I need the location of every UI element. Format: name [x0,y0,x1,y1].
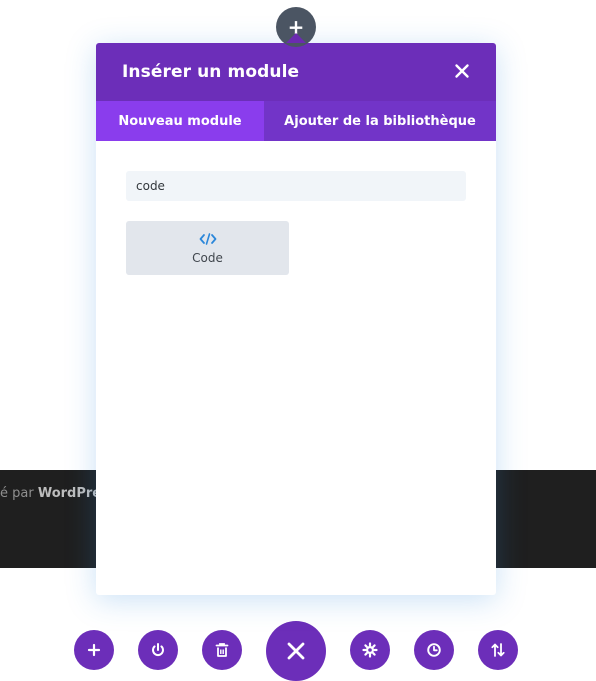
close-modal-button[interactable] [450,59,474,83]
page-settings-button[interactable] [350,630,390,670]
add-button[interactable] [74,630,114,670]
modal-body: Code [96,141,496,305]
history-icon [427,643,441,657]
close-icon [455,64,469,78]
module-label: Code [192,251,223,265]
footer-credit: é par WordPress [0,486,96,501]
module-search-input[interactable] [126,171,466,201]
footer-credit-brand[interactable]: WordPress [38,486,96,501]
trash-icon [215,643,229,657]
plus-icon [87,643,101,657]
history-button[interactable] [414,630,454,670]
tab-new-module[interactable]: Nouveau module [96,101,264,141]
modal-title: Insérer un module [122,62,300,82]
close-settings-button[interactable] [266,621,326,681]
clear-layout-button[interactable] [202,630,242,670]
portability-button[interactable] [478,630,518,670]
gear-icon [362,642,378,658]
code-icon [199,231,217,247]
close-icon [287,642,305,660]
modal-pointer [286,33,306,43]
save-button[interactable] [138,630,178,670]
insert-module-modal: Insérer un module Nouveau module Ajouter… [96,43,496,595]
footer-credit-prefix: é par [0,486,38,501]
modal-header: Insérer un module [96,43,496,101]
page-settings-toolbar [0,618,596,681]
module-card-code[interactable]: Code [126,221,289,275]
power-icon [152,643,164,656]
sort-icon [491,643,505,657]
modal-tabs: Nouveau module Ajouter de la bibliothèqu… [96,101,496,141]
tab-add-from-library[interactable]: Ajouter de la bibliothèque [264,101,496,141]
